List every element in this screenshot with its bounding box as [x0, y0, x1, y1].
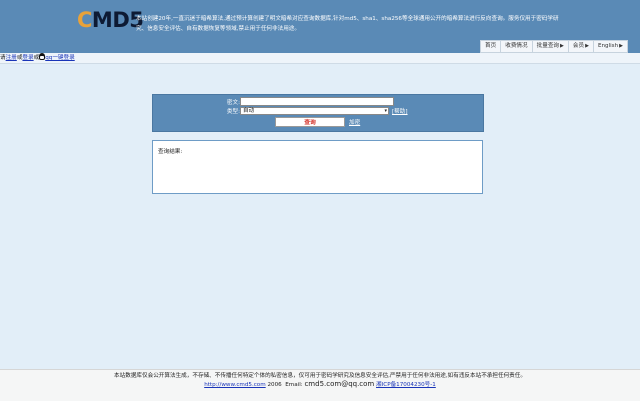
caret-right-icon: ▶	[585, 43, 589, 49]
caret-right-icon: ▶	[560, 43, 564, 49]
help-link[interactable]: [帮助]	[392, 107, 408, 115]
site-intro: 本站创建20年,一直沉迷于暗希算法,通过预计算创建了明文暗希对应查询数据库,针对…	[136, 16, 559, 32]
qq-penguin-icon	[39, 53, 46, 60]
footer: 本站数据库仅会公开算法生成，不存储、不传播任何特定个体的私密信息，仅可用于密码学…	[0, 369, 640, 401]
caret-right-icon: ▶	[619, 43, 623, 49]
nav-home[interactable]: 首页	[481, 41, 500, 52]
nav-english[interactable]: English▶	[592, 41, 627, 52]
cipher-input[interactable]	[240, 97, 394, 106]
nav-member[interactable]: 会员▶	[567, 41, 593, 52]
register-link[interactable]: 注册	[6, 55, 17, 61]
login-link[interactable]: 登录	[22, 55, 33, 61]
result-label: 查询结果:	[158, 149, 183, 155]
cipher-label: 密文:	[226, 99, 240, 106]
nav-pricing[interactable]: 收费情况	[500, 41, 531, 52]
query-form: 密文: 类型: 自动 ▾ [帮助] 查询 加密	[152, 94, 484, 132]
nav-batch-query[interactable]: 批量查询▶	[531, 41, 568, 52]
header: CMD5 本站创建20年,一直沉迷于暗希算法,通过预计算创建了明文暗希对应查询数…	[0, 0, 640, 53]
encrypt-link[interactable]: 加密	[349, 118, 360, 126]
chevron-down-icon: ▾	[384, 108, 387, 114]
result-panel: 查询结果:	[152, 140, 483, 194]
footer-contact: http://www.cmd5.com 2006 Email: cmd5.com…	[204, 380, 436, 388]
qq-login-link[interactable]: qq一键登录	[45, 55, 74, 61]
site-url-link[interactable]: http://www.cmd5.com	[204, 382, 265, 388]
type-select[interactable]: 自动 ▾	[240, 107, 389, 115]
login-bar: 请注册或登录或 qq一键登录	[0, 53, 640, 64]
contact-email: cmd5.com@qq.com	[304, 380, 375, 388]
query-button[interactable]: 查询	[275, 117, 345, 127]
type-label: 类型:	[226, 109, 240, 115]
top-nav: 首页 收费情况 批量查询▶ 会员▶ English▶	[480, 40, 628, 53]
site-logo[interactable]: CMD5	[77, 8, 144, 32]
icp-link[interactable]: 湘ICP备17004230号-1	[376, 382, 436, 388]
